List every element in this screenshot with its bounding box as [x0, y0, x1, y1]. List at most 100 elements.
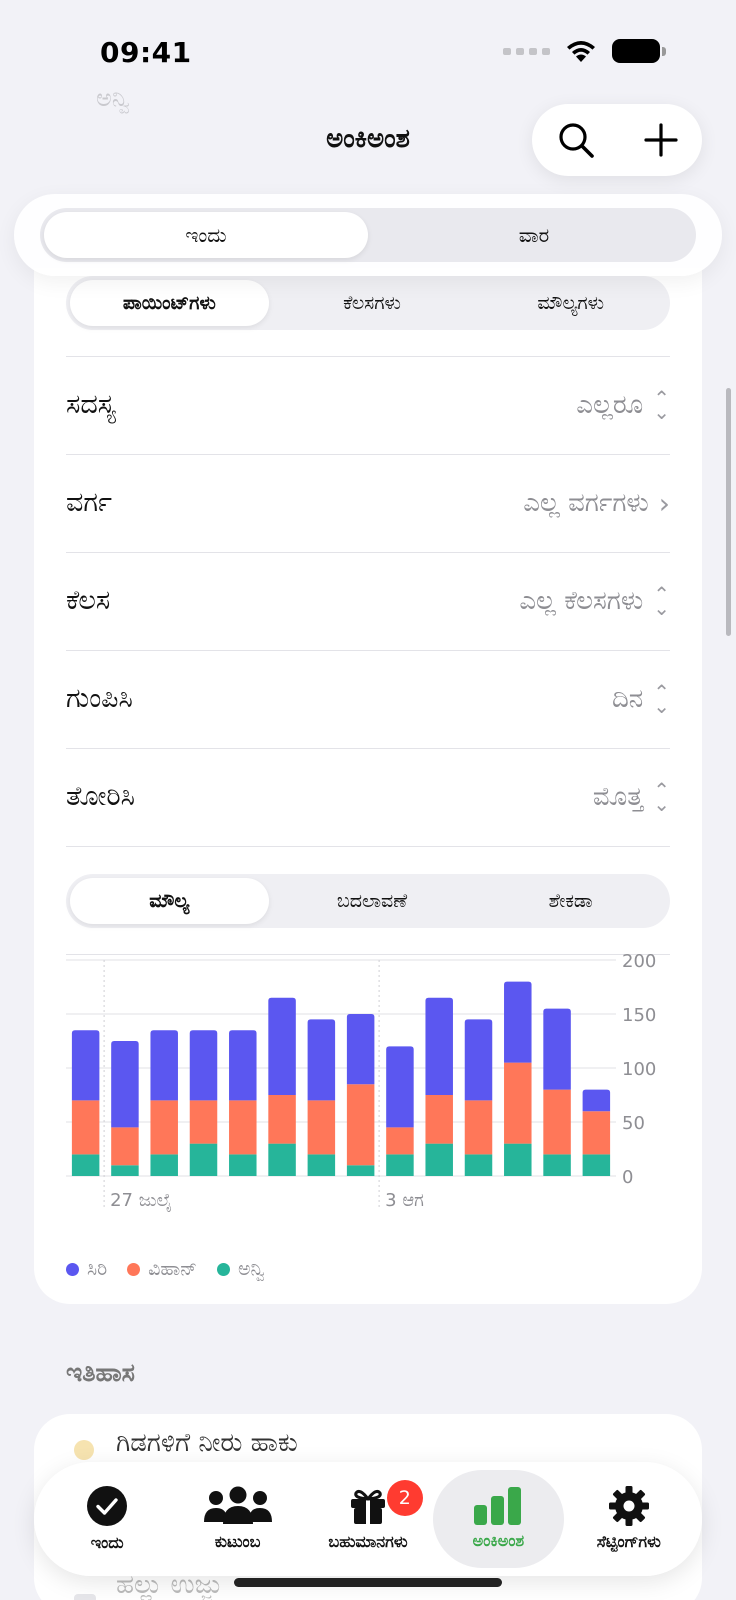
bar-segment — [464, 1100, 493, 1155]
bar-segment — [307, 1100, 336, 1155]
legend-label: ಅನ್ವಿ — [237, 1258, 265, 1280]
x-tick-label: 3 ಆಗ — [385, 1190, 424, 1211]
nav-actions — [532, 104, 702, 176]
filter-value: ಎಲ್ಲರೂ — [576, 389, 644, 420]
bar-segment — [504, 981, 532, 1063]
tab-label: ಇಂದು — [90, 1533, 124, 1552]
bar-segment — [229, 1154, 257, 1176]
chevron-up-down-icon: ⌃ ⌄ — [653, 680, 670, 718]
filter-label: ತೋರಿಸಿ — [66, 781, 135, 812]
value-tab-value[interactable]: ಮೌಲ್ಯ — [70, 878, 269, 924]
x-tick-label: 27 ಜುಲೈ — [110, 1190, 172, 1212]
filter-row-member[interactable]: ಸದಸ್ಯ ಎಲ್ಲರೂ ⌃ ⌄ — [66, 356, 670, 454]
legend-label: ಸಿರಿ — [87, 1258, 108, 1280]
y-tick-label: 100 — [622, 1059, 656, 1080]
status-time: 09:41 — [100, 36, 192, 69]
bar-segment — [189, 1030, 218, 1101]
range-segmented-control: ಇಂದು ವಾರ — [40, 208, 696, 262]
legend-item: ಅನ್ವಿ — [216, 1258, 265, 1280]
filter-value: ದಿನ — [611, 683, 644, 714]
metric-tab-tasks[interactable]: ಕೆಲಸಗಳು — [273, 276, 472, 330]
bar-segment — [504, 1062, 532, 1144]
metric-tab-points[interactable]: ಪಾಯಿಂಟ್‌ಗಳು — [70, 280, 269, 326]
bar-segment — [307, 1019, 336, 1101]
metric-tab-values[interactable]: ಮೌಲ್ಯಗಳು — [471, 276, 670, 330]
tab-label: ಅಂಕಿಅಂಶ — [472, 1531, 525, 1550]
history-item-title[interactable]: ಗಿಡಗಳಿಗೆ ನೀರು ಹಾಕು — [116, 1428, 298, 1459]
stats-card: ಪಾಯಿಂಟ್‌ಗಳು ಕೆಲಸಗಳು ಮೌಲ್ಯಗಳು ಸದಸ್ಯ ಎಲ್ಲರ… — [34, 268, 702, 1304]
bar-segment — [229, 1100, 257, 1155]
status-icons — [503, 38, 666, 64]
range-today[interactable]: ಇಂದು — [44, 212, 368, 258]
bar-segment — [582, 1111, 611, 1155]
bar-segment — [346, 1165, 375, 1176]
bar-segment — [111, 1041, 139, 1128]
y-tick-label: 200 — [622, 951, 656, 972]
legend-dot-siri — [66, 1262, 79, 1276]
value-tab-percent[interactable]: ಶೇಕಡಾ — [471, 874, 670, 928]
bar-segment — [543, 1008, 571, 1090]
wifi-icon — [567, 41, 595, 62]
history-item-icon — [74, 1440, 94, 1460]
bar-segment — [150, 1030, 178, 1101]
tab-family[interactable]: ಕುಟುಂಬ — [172, 1470, 302, 1568]
bar-segment — [346, 1084, 375, 1166]
bar-segment — [386, 1154, 414, 1176]
value-tab-change[interactable]: ಬದಲಾವಣೆ — [273, 874, 472, 928]
bar-segment — [189, 1100, 218, 1144]
scrollbar[interactable] — [726, 388, 731, 636]
value-segmented-control: ಮೌಲ್ಯ ಬದಲಾವಣೆ ಶೇಕಡಾ — [66, 874, 670, 928]
bar-segment — [425, 1143, 453, 1176]
plus-icon[interactable] — [643, 123, 678, 157]
legend-dot-vihan — [127, 1262, 141, 1276]
filter-row-show[interactable]: ತೋರಿಸಿ ಮೊತ್ತ ⌃ ⌄ — [66, 748, 670, 846]
filter-label: ಸದಸ್ಯ — [66, 389, 116, 420]
tab-rewards[interactable]: 2 ಬಹುಮಾನಗಳು — [303, 1470, 433, 1568]
history-item-icon — [74, 1594, 96, 1600]
filter-value: ಮೊತ್ತ — [592, 781, 644, 812]
legend-item: ವಿಹಾನ್ — [127, 1258, 197, 1280]
bar-segment — [543, 1089, 571, 1155]
chevron-up-down-icon: ⌃ ⌄ — [653, 778, 670, 816]
filter-row-category[interactable]: ವರ್ಗ ಎಲ್ಲ ವರ್ಗಗಳು › — [66, 454, 670, 552]
bar-segment — [386, 1046, 414, 1128]
stacked-bar-chart: 0 50 100 150 200 27 ಜುಲೈ 3 ಆಗ — [66, 951, 656, 1212]
bar-chart-icon — [474, 1487, 522, 1525]
bar-segment — [425, 1095, 453, 1144]
divider — [66, 846, 670, 847]
history-heading: ಇತಿಹಾಸ — [66, 1358, 135, 1387]
battery-icon — [612, 39, 666, 63]
range-picker: ಇಂದು ವಾರ — [14, 194, 722, 276]
bar-segment — [582, 1154, 611, 1176]
chevron-up-down-icon: ⌃ ⌄ — [653, 386, 670, 424]
scrolled-under-row: ಅನ್ವಿ — [96, 84, 129, 112]
bar-segment — [71, 1030, 100, 1101]
tab-bar: ಇಂದು ಕುಟುಂಬ 2 ಬಹುಮಾನಗಳು ಅಂಕಿಅಂಶ ಸೆಟ್ಟಿಂಗ… — [34, 1462, 702, 1576]
tab-today[interactable]: ಇಂದು — [42, 1470, 172, 1568]
bar-segment — [425, 997, 453, 1095]
tab-label: ಸೆಟ್ಟಿಂಗ್‌ಗಳು — [596, 1532, 661, 1551]
tab-settings[interactable]: ಸೆಟ್ಟಿಂಗ್‌ಗಳು — [564, 1470, 694, 1568]
y-tick-label: 0 — [622, 1167, 633, 1188]
scrolled-under-label: ಅನ್ವಿ — [96, 84, 130, 112]
bar-segment — [111, 1165, 139, 1176]
rewards-badge: 2 — [386, 1480, 423, 1516]
filter-value: ಎಲ್ಲ ವರ್ಗಗಳು — [523, 487, 649, 518]
tab-stats[interactable]: ಅಂಕಿಅಂಶ — [433, 1470, 564, 1568]
bar-segment — [111, 1127, 139, 1166]
filter-row-group-by[interactable]: ಗುಂಪಿಸಿ ದಿನ ⌃ ⌄ — [66, 650, 670, 748]
legend-label: ವಿಹಾನ್ — [148, 1258, 197, 1280]
filter-label: ವರ್ಗ — [66, 487, 112, 518]
checkmark-circle-icon — [87, 1486, 128, 1526]
filter-row-task[interactable]: ಕೆಲಸ ಎಲ್ಲ ಕೆಲಸಗಳು ⌃ ⌄ — [66, 552, 670, 650]
tab-label: ಬಹುಮಾನಗಳು — [328, 1532, 408, 1551]
y-tick-label: 150 — [622, 1005, 656, 1026]
bar-segment — [150, 1154, 178, 1176]
range-week[interactable]: ವಾರ — [372, 208, 696, 262]
gear-icon — [608, 1486, 649, 1526]
legend-dot-anvi — [216, 1262, 230, 1276]
bar-segment — [307, 1154, 336, 1176]
bar-segment — [464, 1019, 493, 1101]
bar-segment — [582, 1089, 611, 1112]
search-icon[interactable] — [557, 121, 595, 159]
